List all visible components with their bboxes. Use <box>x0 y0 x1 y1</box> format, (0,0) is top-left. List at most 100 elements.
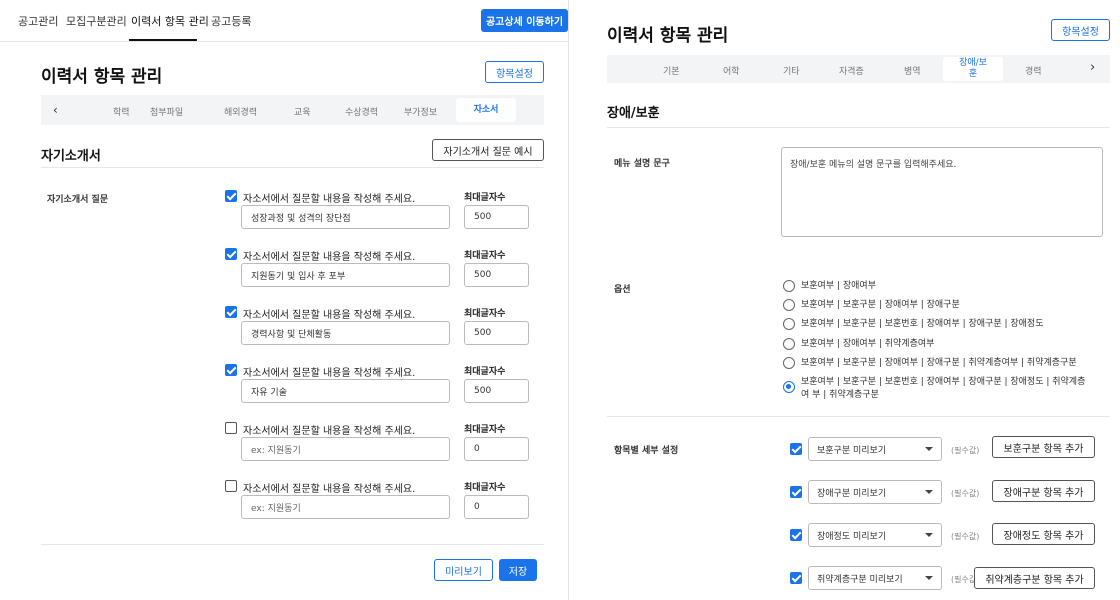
detail-select[interactable]: 취약계층구분 미리보기 <box>808 566 942 590</box>
add-veteran-type-button[interactable]: 보훈구분 항목 추가 <box>992 436 1095 458</box>
item-settings-button[interactable]: 항목설정 <box>485 61 544 83</box>
max-chars-input[interactable]: 0 <box>464 437 529 461</box>
detail-checkbox[interactable] <box>790 443 802 455</box>
question-input[interactable]: ex: 지원동기 <box>241 495 450 519</box>
options-divider <box>607 416 1110 417</box>
tab-awards[interactable]: 수상경력 <box>345 105 378 118</box>
question-input[interactable]: 지원동기 및 입사 후 포부 <box>241 263 450 287</box>
option-label: 보훈여부 | 장애여부 | 취약계층여부 <box>801 339 935 349</box>
nav-item-resume-items[interactable]: 이력서 항목 관리 <box>131 13 209 29</box>
options-label: 옵션 <box>614 285 631 295</box>
option-radio[interactable] <box>783 280 795 292</box>
tab-overseas-career[interactable]: 해외경력 <box>224 105 257 118</box>
question-label: 자소서에서 질문할 내용을 작성해 주세요. <box>243 368 416 379</box>
add-vulnerable-type-button[interactable]: 취약계층구분 항목 추가 <box>974 567 1095 589</box>
question-checkbox[interactable] <box>225 480 237 492</box>
max-chars-label: 최대글자수 <box>464 483 506 493</box>
option-radio[interactable] <box>783 338 795 350</box>
save-button[interactable]: 저장 <box>499 559 537 581</box>
option-label: 보훈여부 | 보훈구분 | 장애여부 | 장애구분 <box>801 300 960 310</box>
question-input[interactable]: 경력사항 및 단체활동 <box>241 321 450 345</box>
option-label: 보훈여부 | 장애여부 <box>801 281 876 291</box>
option-radio[interactable] <box>783 357 795 369</box>
detail-select[interactable]: 장애정도 미리보기 <box>808 523 942 547</box>
add-disability-degree-button[interactable]: 장애정도 항목 추가 <box>992 523 1095 545</box>
question-checkbox[interactable] <box>225 364 237 376</box>
max-chars-label: 최대글자수 <box>464 309 506 319</box>
max-chars-input[interactable]: 500 <box>464 379 529 403</box>
add-disability-type-button[interactable]: 장애구분 항목 추가 <box>992 480 1095 502</box>
tab-certificates[interactable]: 자격증 <box>839 64 864 77</box>
tab-language[interactable]: 어학 <box>723 64 740 77</box>
chevron-down-icon <box>925 533 933 537</box>
required-hint: (필수값) <box>951 532 980 541</box>
option-radio[interactable] <box>783 318 795 330</box>
tab-bar: ‹ 학력 첨부파일 해외경력 교육 수상경력 부가정보 자소서 <box>41 95 544 125</box>
tab-career[interactable]: 경력 <box>1025 64 1042 77</box>
question-checkbox[interactable] <box>225 422 237 434</box>
tab-additional-info[interactable]: 부가정보 <box>404 105 437 118</box>
option-radio-selected[interactable] <box>783 381 795 393</box>
item-settings-button[interactable]: 항목설정 <box>1051 19 1110 41</box>
question-label: 자소서에서 질문할 내용을 작성해 주세요. <box>243 484 416 495</box>
detail-select-value: 취약계층구분 미리보기 <box>817 574 903 585</box>
tab-bar: 기본 어학 기타 자격증 병역 장애/보훈 경력 › <box>607 55 1110 83</box>
tab-basic[interactable]: 기본 <box>663 64 680 77</box>
detail-select-value: 보훈구분 미리보기 <box>817 445 887 456</box>
chevron-down-icon <box>925 576 933 580</box>
section-title: 장애/보훈 <box>607 106 660 121</box>
tab-etc[interactable]: 기타 <box>783 64 800 77</box>
tab-next-chevron-icon[interactable]: › <box>1090 60 1095 75</box>
detail-checkbox[interactable] <box>790 529 802 541</box>
max-chars-input[interactable]: 500 <box>464 321 529 345</box>
nav-item-recruit-types[interactable]: 모집구분관리 <box>66 13 127 29</box>
question-input[interactable]: 성장과정 및 성격의 장단점 <box>241 205 450 229</box>
question-input[interactable]: 자유 기술 <box>241 379 450 403</box>
menu-desc-textarea[interactable]: 장애/보훈 메뉴의 설명 문구를 입력해주세요. <box>781 147 1103 237</box>
detail-settings-label: 항목별 세부 설정 <box>614 446 679 456</box>
section-title: 자기소개서 <box>41 149 101 164</box>
detail-checkbox[interactable] <box>790 486 802 498</box>
nav-item-post-register[interactable]: 공고등록 <box>211 13 251 29</box>
tab-education[interactable]: 학력 <box>113 105 130 118</box>
detail-checkbox[interactable] <box>790 572 802 584</box>
tab-self-introduction[interactable]: 자소서 <box>456 98 516 122</box>
max-chars-input[interactable]: 500 <box>464 205 529 229</box>
max-chars-label: 최대글자수 <box>464 367 506 377</box>
question-label: 자소서에서 질문할 내용을 작성해 주세요. <box>243 310 416 321</box>
question-checkbox[interactable] <box>225 306 237 318</box>
max-chars-label: 최대글자수 <box>464 193 506 203</box>
tab-disability-veteran[interactable]: 장애/보훈 <box>943 57 1003 81</box>
tab-training[interactable]: 교육 <box>294 105 311 118</box>
self-intro-example-button[interactable]: 자기소개서 질문 예시 <box>432 139 544 161</box>
page-title: 이력서 항목 관리 <box>41 67 163 87</box>
option-label: 보훈여부 | 보훈구분 | 장애여부 | 장애구분 | 취약계층여부 | 취약계… <box>801 358 1077 368</box>
question-input[interactable]: ex: 지원동기 <box>241 437 450 461</box>
preview-button[interactable]: 미리보기 <box>434 559 493 581</box>
question-checkbox[interactable] <box>225 248 237 260</box>
detail-select[interactable]: 장애구분 미리보기 <box>808 480 942 504</box>
chevron-down-icon <box>925 490 933 494</box>
tab-prev-chevron-icon[interactable]: ‹ <box>53 103 58 117</box>
option-label: 보훈여부 | 보훈구분 | 보훈번호 | 장애여부 | 장애구분 | 장애정도 … <box>801 377 1086 400</box>
detail-select-value: 장애구분 미리보기 <box>817 488 887 499</box>
nav-item-job-posts[interactable]: 공고관리 <box>18 13 58 29</box>
question-label: 자소서에서 질문할 내용을 작성해 주세요. <box>243 252 416 263</box>
detail-select[interactable]: 보훈구분 미리보기 <box>808 437 942 461</box>
chevron-down-icon <box>925 447 933 451</box>
nav-active-underline <box>129 39 197 41</box>
tab-military[interactable]: 병역 <box>904 64 921 77</box>
right-panel: 이력서 항목 관리 항목설정 기본 어학 기타 자격증 병역 장애/보훈 경력 … <box>570 0 1120 600</box>
top-nav: 공고관리 모집구분관리 이력서 항목 관리 공고등록 공고상세 이동하기 <box>0 0 568 42</box>
max-chars-label: 최대글자수 <box>464 425 506 435</box>
max-chars-input[interactable]: 500 <box>464 263 529 287</box>
go-to-post-detail-button[interactable]: 공고상세 이동하기 <box>481 9 568 32</box>
self-intro-question-label: 자기소개서 질문 <box>47 195 109 205</box>
tab-attachments[interactable]: 첨부파일 <box>150 105 183 118</box>
question-checkbox[interactable] <box>225 190 237 202</box>
max-chars-input[interactable]: 0 <box>464 495 529 519</box>
required-hint: (필수값) <box>951 489 980 498</box>
option-radio[interactable] <box>783 299 795 311</box>
option-label: 보훈여부 | 보훈구분 | 보훈번호 | 장애여부 | 장애구분 | 장애정도 <box>801 319 1044 329</box>
detail-select-value: 장애정도 미리보기 <box>817 531 887 542</box>
